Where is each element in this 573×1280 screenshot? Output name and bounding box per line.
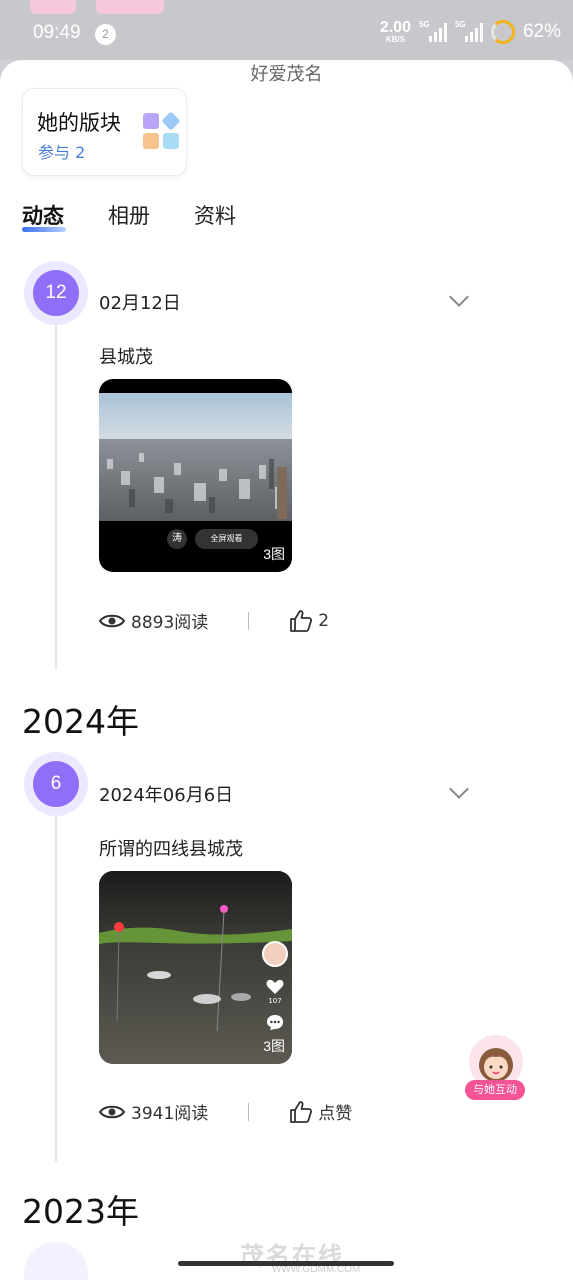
divider: [248, 611, 250, 630]
section-grid-icon: [143, 111, 183, 153]
overlay-avatar-button: 涛: [167, 529, 187, 549]
thumbs-up-icon[interactable]: [289, 609, 313, 633]
like-count[interactable]: 2: [318, 611, 329, 631]
notification-pill: [96, 0, 164, 14]
signal-tag: 5G: [454, 20, 466, 29]
image-count: 3图: [263, 546, 285, 562]
read-count: 8893阅读: [131, 613, 209, 633]
interact-label: 与她互动: [465, 1080, 525, 1100]
status-time: 09:49: [33, 22, 81, 43]
author-avatar: [262, 941, 288, 967]
timeline-line: [55, 322, 57, 670]
signal-icon: 5G: [454, 20, 483, 42]
tab-active-indicator: [22, 227, 66, 232]
interact-fab[interactable]: 与她互动: [465, 1035, 527, 1105]
tab-profile-info[interactable]: 资料: [194, 200, 236, 230]
divider: [248, 1102, 250, 1121]
notification-count-badge: 2: [95, 24, 116, 45]
side-like-count: 107: [268, 997, 282, 1005]
signal-icon: 5G: [418, 20, 447, 42]
battery-icon: [490, 20, 515, 44]
post-image[interactable]: 107 3图: [99, 871, 292, 1064]
chevron-down-icon[interactable]: [449, 287, 469, 307]
timeline-line: [55, 815, 57, 1162]
status-bar: 09:49 2 2.00 KB/S 5G 5G 62%: [0, 0, 573, 60]
year-heading: 2023年: [22, 1192, 139, 1231]
post-text[interactable]: 所谓的四线县城茂: [99, 835, 243, 861]
section-participation: 参与 2: [38, 143, 86, 162]
tab-bar: 动态 相册 资料: [22, 200, 236, 230]
year-heading: 2024年: [22, 702, 139, 741]
like-label[interactable]: 点赞: [318, 1099, 352, 1124]
day-number: 6: [33, 761, 79, 807]
day-badge-partial: [24, 1242, 88, 1280]
network-speed-unit: KB/S: [385, 35, 405, 44]
notification-pill: [30, 0, 76, 14]
fullscreen-overlay-button: 全屏观看: [195, 529, 258, 549]
post-date: 02月12日: [99, 293, 181, 314]
section-card[interactable]: 她的版块 参与 2: [22, 88, 187, 176]
network-speed-value: 2.00: [379, 19, 411, 36]
image-count: 3图: [263, 1038, 285, 1054]
heart-icon: [266, 979, 284, 994]
post-stats: 8893阅读 2: [99, 608, 329, 633]
battery-percent: 62%: [522, 21, 561, 42]
read-count: 3941阅读: [131, 1104, 209, 1124]
tab-feed[interactable]: 动态: [22, 200, 64, 230]
post-text[interactable]: 县城茂: [99, 343, 153, 369]
post-stats: 3941阅读 点赞: [99, 1099, 352, 1124]
tab-album[interactable]: 相册: [108, 200, 150, 230]
thumbs-up-icon[interactable]: [289, 1100, 313, 1124]
post-image[interactable]: 涛 全屏观看 3图: [99, 379, 292, 572]
sheet-title: 好爱茂名: [250, 64, 323, 85]
home-indicator[interactable]: [178, 1261, 394, 1266]
eye-icon: [99, 614, 125, 627]
status-right-group: 2.00 KB/S 5G 5G 62%: [380, 20, 561, 44]
comment-icon: [267, 1015, 283, 1030]
day-badge: 12: [24, 261, 88, 325]
post-date: 2024年06月6日: [99, 785, 234, 806]
network-speed: 2.00 KB/S: [380, 20, 411, 44]
day-badge: 6: [24, 752, 88, 816]
signal-tag: 5G: [418, 20, 430, 29]
eye-icon: [99, 1105, 125, 1118]
day-number: 12: [33, 270, 79, 316]
section-title: 她的版块: [37, 111, 121, 135]
chevron-down-icon[interactable]: [449, 779, 469, 799]
